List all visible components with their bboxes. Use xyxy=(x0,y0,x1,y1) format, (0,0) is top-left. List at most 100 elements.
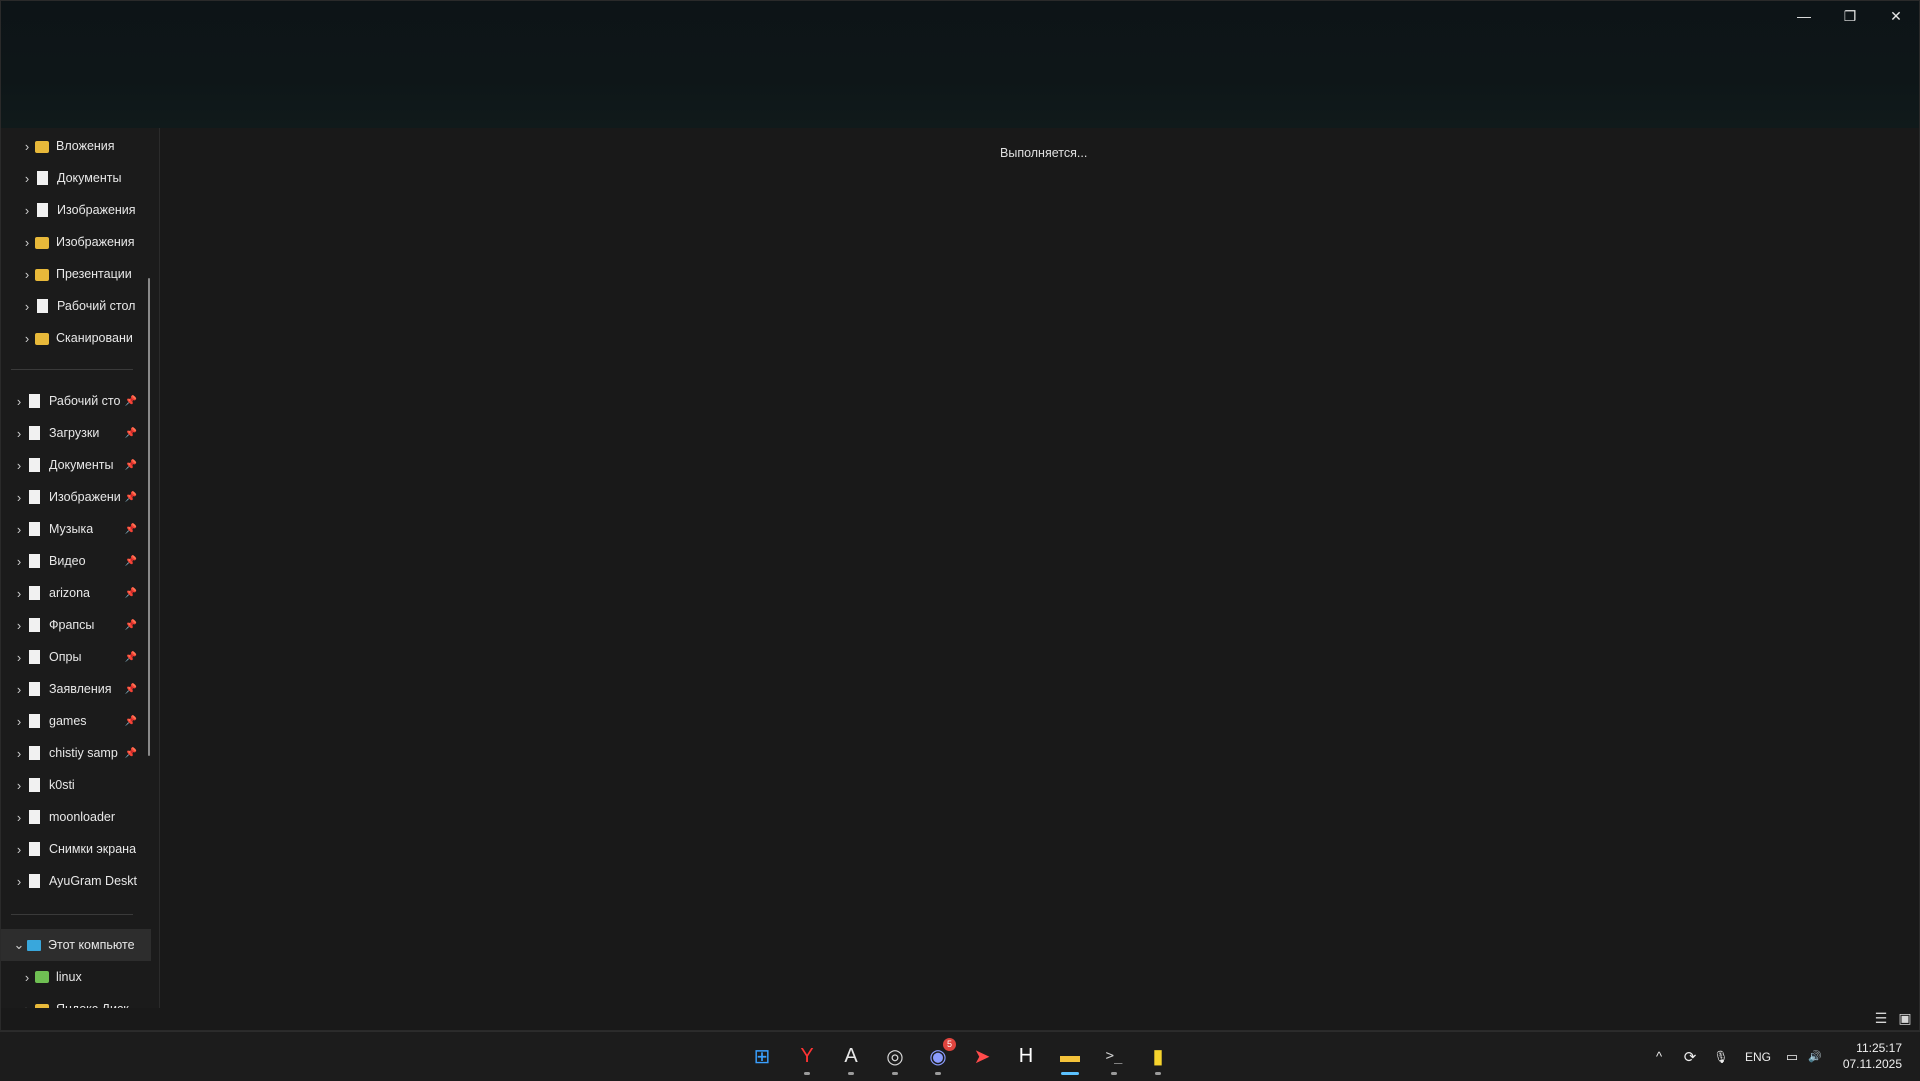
chevron-right-icon[interactable]: › xyxy=(11,586,27,601)
chevron-right-icon[interactable]: › xyxy=(19,970,35,985)
document-icon xyxy=(29,490,40,504)
running-indicator xyxy=(1061,1072,1079,1075)
sidebar-item[interactable]: › AyuGram Deskt xyxy=(1,865,151,897)
terminal-icon[interactable]: >_ xyxy=(1099,1041,1129,1075)
yandex-browser-icon[interactable]: Y xyxy=(792,1041,822,1075)
chevron-right-icon[interactable]: › xyxy=(11,650,27,665)
app-h-icon[interactable]: H xyxy=(1011,1041,1041,1071)
chevron-right-icon[interactable]: › xyxy=(19,331,35,346)
app-a-icon[interactable]: A xyxy=(836,1041,866,1075)
chevron-right-icon[interactable]: › xyxy=(11,394,27,409)
sidebar-item[interactable]: › Снимки экрана xyxy=(1,833,151,865)
sidebar-item-label: linux xyxy=(56,970,82,984)
chevron-right-icon[interactable]: › xyxy=(19,171,35,186)
sidebar-item[interactable]: › linux xyxy=(1,961,159,993)
chevron-right-icon[interactable]: › xyxy=(19,299,35,314)
sidebar-item[interactable]: › Яндекс.Диск xyxy=(1,993,159,1008)
start-icon[interactable]: ⊞ xyxy=(747,1041,777,1071)
tiles-view-icon[interactable]: ▣ xyxy=(1897,1011,1913,1025)
sidebar-item[interactable]: › games 📌 xyxy=(1,705,151,737)
sidebar-item[interactable]: ⌄ Этот компьюте xyxy=(1,929,151,961)
clock[interactable]: 11:25:17 07.11.2025 xyxy=(1843,1040,1902,1072)
chevron-right-icon[interactable]: › xyxy=(11,842,27,857)
sidebar-item[interactable]: › Рабочий сто 📌 xyxy=(1,385,151,417)
sidebar-item[interactable]: › Документы 📌 xyxy=(1,449,151,481)
sidebar-item[interactable]: › Загрузки 📌 xyxy=(1,417,151,449)
chevron-right-icon[interactable]: › xyxy=(19,267,35,282)
sync-icon[interactable]: ⟳ xyxy=(1674,1048,1706,1066)
sidebar-divider xyxy=(11,369,133,370)
maximize-button[interactable]: ❐ xyxy=(1827,1,1873,31)
chevron-right-icon[interactable]: › xyxy=(11,554,27,569)
chevron-right-icon[interactable]: › xyxy=(11,458,27,473)
chevron-right-icon[interactable]: › xyxy=(19,1002,35,1009)
chevron-right-icon[interactable]: › xyxy=(11,874,27,889)
running-indicator xyxy=(892,1072,898,1075)
chevron-right-icon[interactable]: › xyxy=(11,618,27,633)
pin-icon: 📌 xyxy=(124,427,137,439)
sidebar-item[interactable]: › Изображения xyxy=(1,194,159,226)
chevron-right-icon[interactable]: › xyxy=(11,490,27,505)
network-icon[interactable]: ▭ xyxy=(1780,1049,1804,1065)
sidebar-item-label: Вложения xyxy=(56,139,115,153)
sidebar-item[interactable]: › arizona 📌 xyxy=(1,577,151,609)
chevron-right-icon[interactable]: › xyxy=(11,810,27,825)
document-icon xyxy=(29,618,40,632)
telegram-icon[interactable]: ➤ xyxy=(967,1041,997,1071)
sidebar-item[interactable]: › Документы xyxy=(1,162,159,194)
close-button[interactable]: ✕ xyxy=(1873,1,1919,31)
sidebar-item[interactable]: › Сканировани xyxy=(1,322,159,354)
sidebar-item-label: Изображения xyxy=(57,203,136,217)
folder-icon xyxy=(35,332,49,345)
microphone-icon[interactable]: 🎙 xyxy=(1706,1050,1736,1064)
sidebar-item[interactable]: › Видео 📌 xyxy=(1,545,151,577)
details-view-icon[interactable]: ☰ xyxy=(1873,1011,1889,1025)
app-yellow-icon[interactable]: ▮ xyxy=(1143,1041,1173,1075)
volume-icon[interactable]: 🔊 xyxy=(1804,1050,1826,1063)
chevron-down-icon[interactable]: ⌄ xyxy=(11,937,27,953)
pin-icon: 📌 xyxy=(124,395,137,407)
chevron-right-icon[interactable]: › xyxy=(11,682,27,697)
chevron-right-icon[interactable]: › xyxy=(11,426,27,441)
chevron-right-icon[interactable]: › xyxy=(11,746,27,761)
file-explorer-icon[interactable]: ▬ xyxy=(1055,1041,1085,1075)
loading-status: Выполняется... xyxy=(1000,146,1088,160)
chevron-right-icon[interactable]: › xyxy=(11,778,27,793)
yandex-browser-glyph: Y xyxy=(800,1044,814,1067)
show-hidden-icons-icon[interactable]: ^ xyxy=(1644,1049,1674,1064)
language-indicator[interactable]: ENG xyxy=(1736,1050,1780,1064)
navigation-pane[interactable]: › Вложения › Документы › Изображения › Изображе… xyxy=(1,128,160,1008)
browser-icon[interactable]: ◎ xyxy=(880,1041,910,1075)
sidebar-item[interactable]: › Презентации xyxy=(1,258,159,290)
sidebar-item[interactable]: › Рабочий стол xyxy=(1,290,159,322)
app-a-glyph: A xyxy=(844,1044,858,1067)
app-h-glyph: H xyxy=(1018,1044,1034,1067)
chevron-right-icon[interactable]: › xyxy=(11,714,27,729)
document-icon xyxy=(29,394,40,408)
sidebar-item[interactable]: › k0sti xyxy=(1,769,151,801)
discord-icon[interactable]: ◉ 5 xyxy=(923,1038,956,1075)
chevron-right-icon[interactable]: › xyxy=(19,203,35,218)
sidebar-item[interactable]: › moonloader xyxy=(1,801,151,833)
sidebar-item[interactable]: › Изображени 📌 xyxy=(1,481,151,513)
chevron-right-icon[interactable]: › xyxy=(19,235,35,250)
chevron-right-icon[interactable]: › xyxy=(19,139,35,154)
sidebar-item[interactable]: › Фрапсы 📌 xyxy=(1,609,151,641)
content-area[interactable]: Выполняется... xyxy=(160,128,1919,1008)
document-icon xyxy=(29,810,40,824)
sidebar-item[interactable]: › chistiy samp 📌 xyxy=(1,737,151,769)
sidebar-item[interactable]: › Опры 📌 xyxy=(1,641,151,673)
sidebar-item[interactable]: › Музыка 📌 xyxy=(1,513,151,545)
telegram-glyph: ➤ xyxy=(973,1045,991,1068)
pin-icon: 📌 xyxy=(124,747,137,759)
view-switcher: ☰ ▣ xyxy=(1873,1011,1913,1025)
chevron-right-icon[interactable]: › xyxy=(11,522,27,537)
sidebar-item[interactable]: › Заявления 📌 xyxy=(1,673,151,705)
sidebar-item[interactable]: › Изображения xyxy=(1,226,159,258)
start-glyph: ⊞ xyxy=(753,1045,771,1068)
sidebar-item[interactable]: › Вложения xyxy=(1,130,159,162)
document-icon xyxy=(29,522,40,536)
minimize-button[interactable]: — xyxy=(1781,1,1827,31)
document-icon xyxy=(29,554,40,568)
pin-icon: 📌 xyxy=(124,715,137,727)
